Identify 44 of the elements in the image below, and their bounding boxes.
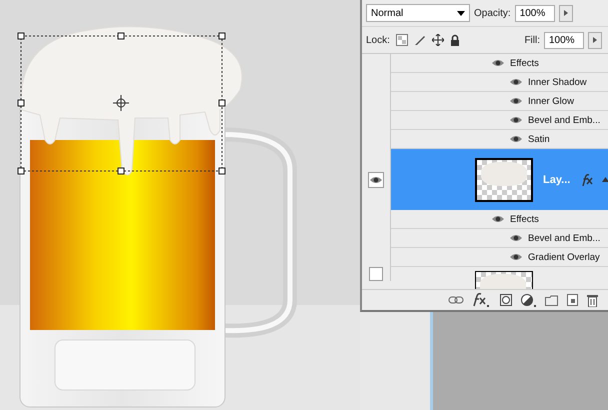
visibility-toggle[interactable] [368, 172, 384, 188]
eye-icon[interactable] [491, 58, 505, 68]
effects-label[interactable]: Effects [510, 214, 539, 224]
visibility-toggle[interactable] [369, 267, 383, 281]
folder-icon[interactable] [545, 294, 558, 306]
trash-icon[interactable] [587, 294, 598, 306]
eye-icon [369, 174, 383, 184]
lock-transparent-pixels-icon[interactable] [396, 34, 408, 46]
eye-icon[interactable] [509, 115, 523, 125]
lock-label: Lock: [366, 34, 390, 46]
effect-name[interactable]: Bevel and Emb... [528, 232, 600, 244]
effect-name[interactable]: Gradient Overlay [528, 252, 600, 262]
adjustment-icon[interactable] [521, 294, 536, 306]
opacity-slider-button[interactable] [558, 4, 573, 22]
fill-label: Fill: [524, 34, 540, 46]
fill-field[interactable]: 100% [544, 32, 584, 48]
eye-icon[interactable] [491, 214, 505, 224]
move-icon[interactable] [432, 34, 444, 46]
caret-icon [457, 10, 465, 16]
triangle-icon [564, 10, 568, 16]
opacity-label: Opacity: [474, 8, 511, 18]
layer-thumbnail [475, 158, 533, 202]
eye-icon[interactable] [509, 252, 523, 262]
eye-icon[interactable] [509, 233, 523, 243]
new-layer-icon[interactable] [567, 294, 578, 306]
effect-name[interactable]: Bevel and Emb... [528, 114, 600, 126]
lock-icon[interactable] [450, 34, 460, 46]
mask-icon[interactable] [500, 294, 512, 306]
eye-icon[interactable] [509, 96, 523, 106]
effect-name[interactable]: Inner Shadow [528, 76, 587, 88]
blend-mode-dropdown[interactable]: Normal [366, 4, 470, 22]
effects-label[interactable]: Effects [510, 58, 539, 68]
fill-slider-button[interactable] [588, 32, 602, 48]
eye-icon[interactable] [509, 77, 523, 87]
brush-icon[interactable] [414, 34, 426, 46]
transform-box[interactable] [18, 32, 226, 174]
fx-icon[interactable] [473, 293, 491, 307]
effect-name[interactable]: Inner Glow [528, 96, 574, 106]
eye-icon[interactable] [509, 134, 523, 144]
collapse-arrow-icon[interactable] [602, 177, 608, 182]
triangle-icon [593, 37, 597, 43]
opacity-field[interactable]: 100% [514, 4, 555, 22]
link-icon[interactable] [448, 296, 464, 304]
effect-name[interactable]: Satin [528, 134, 550, 144]
